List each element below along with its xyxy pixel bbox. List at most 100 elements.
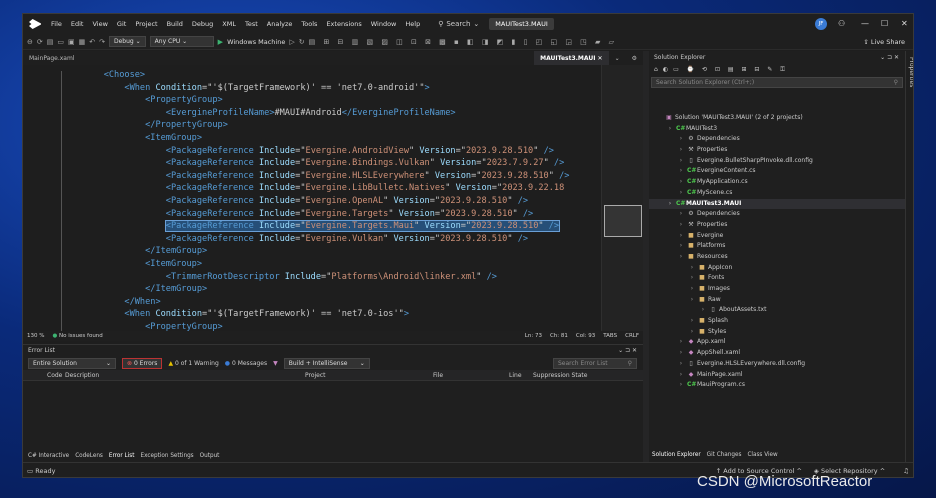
tree-item[interactable]: › ■ AppIcon <box>649 263 905 274</box>
code-line[interactable]: </ItemGroup> <box>83 245 569 258</box>
menu-item-build[interactable]: Build <box>167 20 183 28</box>
expander-icon[interactable]: › <box>688 327 696 338</box>
expander-icon[interactable]: › <box>688 263 696 274</box>
account-icon[interactable]: ⚇ <box>838 19 845 28</box>
errors-filter[interactable]: ⊗ 0 Errors <box>122 357 163 369</box>
expander-icon[interactable]: › <box>688 273 696 284</box>
menu-item-file[interactable]: File <box>51 20 62 28</box>
messages-filter[interactable]: ● 0 Messages <box>225 360 267 367</box>
start-without-debugging-icon[interactable]: ▷ <box>289 38 294 46</box>
tab-mainpage-xaml[interactable]: MainPage.xaml <box>23 51 81 65</box>
menu-item-extensions[interactable]: Extensions <box>326 20 361 28</box>
column-file[interactable]: File <box>423 372 509 379</box>
toolbar-icons[interactable]: ▭ ⌚ ⟲ ⊡ ▤ ⊞ ⊟ ✎ ⚿ <box>673 66 788 74</box>
expander-icon[interactable]: › <box>677 241 685 252</box>
save-all-icon[interactable]: ▦ <box>79 38 86 46</box>
close-tab-icon[interactable]: ✕ <box>598 55 603 62</box>
tree-item[interactable]: › ◆ MainPage.xaml <box>649 370 905 381</box>
tree-item[interactable]: › ◆ App.xaml <box>649 337 905 348</box>
tab-dropdown-icon[interactable]: ⌄ <box>609 51 626 65</box>
tree-item[interactable]: › ■ Platforms <box>649 241 905 252</box>
expander-icon[interactable]: › <box>677 337 685 348</box>
tree-item[interactable]: › ▯ Evergine.BulletSharpPInvoke.dll.config <box>649 156 905 167</box>
expander-icon[interactable]: › <box>677 177 685 188</box>
menu-item-debug[interactable]: Debug <box>192 20 213 28</box>
avatar[interactable]: JF <box>815 18 827 30</box>
menu-item-help[interactable]: Help <box>405 20 420 28</box>
code-line[interactable]: <TrimmerRootDescriptor Include="Platform… <box>83 271 569 284</box>
tab-exception-settings[interactable]: Exception Settings <box>141 453 194 459</box>
tree-item[interactable]: › ■ Evergine <box>649 231 905 242</box>
tree-item[interactable]: › C# MyApplication.cs <box>649 177 905 188</box>
tree-item[interactable]: › C# MAUITest3 <box>649 124 905 135</box>
minimap[interactable] <box>601 65 643 331</box>
platform-select[interactable]: Any CPU ⌄ <box>149 36 214 47</box>
code-line[interactable]: </PropertyGroup> <box>83 119 569 132</box>
settings-icon[interactable]: ⚙ <box>626 51 643 65</box>
code-line[interactable]: <PropertyGroup> <box>83 321 569 331</box>
tree-item[interactable]: › ⚒ Properties <box>649 145 905 156</box>
forward-icon[interactable]: ⟳ <box>37 38 43 46</box>
menu-item-analyze[interactable]: Analyze <box>267 20 293 28</box>
search-box[interactable]: ⚲ Search ⌄ <box>438 20 479 28</box>
line-ending[interactable]: CRLF <box>625 333 639 339</box>
code-line[interactable]: <Choose> <box>83 69 569 82</box>
warnings-filter[interactable]: ▲ 0 of 1 Warning <box>168 360 218 367</box>
expander-icon[interactable]: › <box>677 370 685 381</box>
tree-item[interactable]: › ▯ AboutAssets.txt <box>649 305 905 316</box>
expander-icon[interactable]: › <box>677 145 685 156</box>
code-line[interactable]: <When Condition="'$(TargetFramework)' ==… <box>83 82 569 95</box>
column-description[interactable]: Description <box>55 372 275 379</box>
configuration-select[interactable]: Debug ⌄ <box>109 36 146 47</box>
tree-item[interactable]: › ⚙ Dependencies <box>649 209 905 220</box>
column-suppression-state[interactable]: Suppression State <box>529 372 587 379</box>
minimize-icon[interactable]: — <box>861 19 869 28</box>
tree-item[interactable]: ▣ Solution 'MAUITest3.MAUI' (2 of 2 proje… <box>649 113 905 124</box>
expander-icon[interactable]: › <box>677 348 685 359</box>
notifications-icon[interactable]: ♫ <box>903 467 909 475</box>
menu-item-xml[interactable]: XML <box>222 20 236 28</box>
code-line[interactable]: <PackageReference Include="Evergine.HLSL… <box>83 170 570 183</box>
tree-item[interactable]: › ⚙ Dependencies <box>649 134 905 145</box>
tab-solution-explorer[interactable]: Solution Explorer <box>652 452 701 458</box>
code-editor[interactable]: <Choose> <When Condition="'$(TargetFrame… <box>23 65 643 331</box>
sync-icon[interactable]: ◐ <box>663 66 668 73</box>
toolbar-tools-icons[interactable]: ▤ ⊞ ⊟ ▥ ▧ ▨ ◫ ⊡ ⊠ ▩ ▪ ◧ ◨ ◩ ▮ ▯ ◰ ◱ ◲ ◳ … <box>309 38 617 46</box>
close-icon[interactable]: ✕ <box>901 19 908 28</box>
code-line[interactable]: <PackageReference Include="Evergine.Targ… <box>83 208 569 221</box>
expander-icon[interactable]: › <box>688 284 696 295</box>
expander-icon[interactable]: › <box>677 156 685 167</box>
run-target[interactable]: Windows Machine <box>227 38 285 46</box>
code-text[interactable]: <Choose> <When Condition="'$(TargetFrame… <box>83 69 570 331</box>
start-debugging-icon[interactable]: ▶ <box>218 38 223 46</box>
expander-icon[interactable]: › <box>688 316 696 327</box>
menu-item-window[interactable]: Window <box>371 20 397 28</box>
tab-project-file[interactable]: MAUITest3.MAUI ✕ <box>534 51 609 65</box>
tab-class-view[interactable]: Class View <box>747 452 777 458</box>
menu-item-test[interactable]: Test <box>245 20 258 28</box>
code-line[interactable]: <PropertyGroup> <box>83 94 569 107</box>
expander-icon[interactable]: › <box>677 166 685 177</box>
expander-icon[interactable]: › <box>677 220 685 231</box>
hot-reload-icon[interactable]: ↻ <box>299 38 305 46</box>
tree-item[interactable]: › ■ Images <box>649 284 905 295</box>
expander-icon[interactable]: › <box>688 295 696 306</box>
code-line[interactable]: <When Condition="'$(TargetFramework)' ==… <box>83 308 569 321</box>
indent-mode[interactable]: TABS <box>603 333 617 339</box>
code-line[interactable]: <PackageReference Include="Evergine.Vulk… <box>83 233 569 246</box>
tree-item[interactable]: › ◆ AppShell.xaml <box>649 348 905 359</box>
menu-item-view[interactable]: View <box>92 20 107 28</box>
zoom-level[interactable]: 130 % <box>27 333 44 339</box>
expander-icon[interactable]: › <box>677 134 685 145</box>
scope-select[interactable]: Entire Solution ⌄ <box>28 357 116 369</box>
tab-c-interactive[interactable]: C# Interactive <box>28 453 69 459</box>
expander-icon[interactable]: › <box>666 199 674 210</box>
code-line[interactable]: </When> <box>83 296 569 309</box>
live-share-button[interactable]: ⇪ Live Share <box>863 38 905 46</box>
build-filter-select[interactable]: Build + IntelliSense ⌄ <box>283 357 370 369</box>
save-icon[interactable]: ▣ <box>68 38 75 46</box>
tree-item[interactable]: › C# MyScene.cs <box>649 188 905 199</box>
tab-git-changes[interactable]: Git Changes <box>707 452 742 458</box>
expander-icon[interactable]: › <box>699 305 707 316</box>
tree-item[interactable]: › ■ Fonts <box>649 273 905 284</box>
